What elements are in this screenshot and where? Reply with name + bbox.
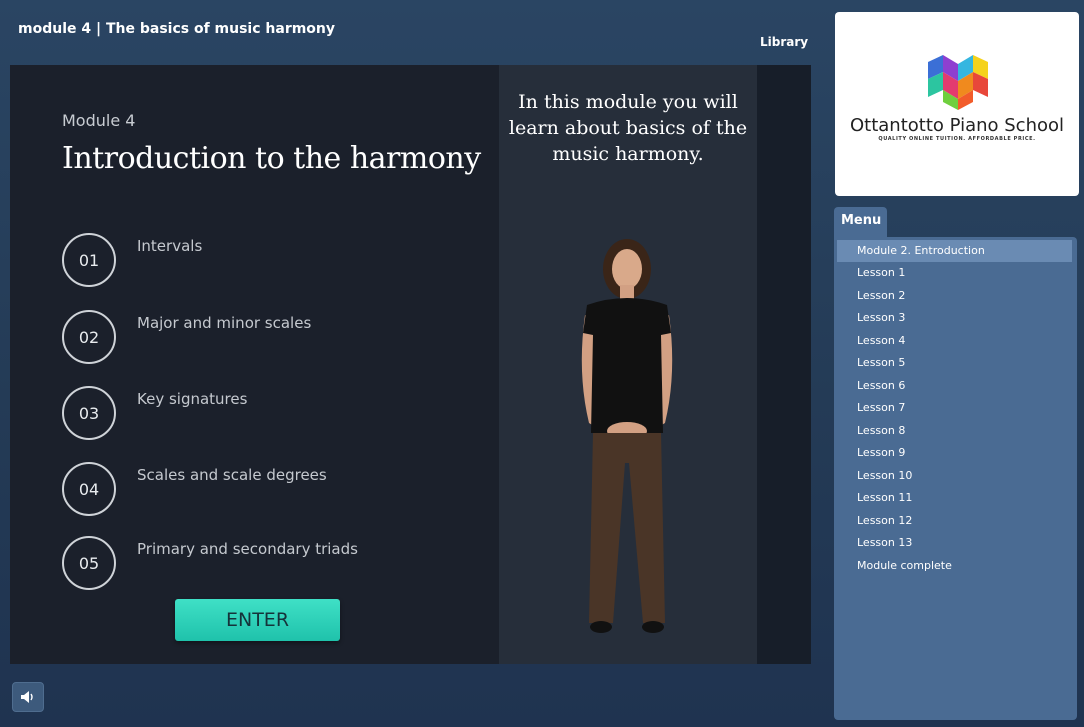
school-logo: Ottantotto Piano School QUALITY ONLINE T…	[835, 12, 1079, 196]
library-link[interactable]: Library	[760, 35, 808, 49]
menu-item-lesson-11[interactable]: Lesson 11	[837, 487, 1072, 509]
presenter-image	[581, 239, 673, 633]
school-logo-icon	[928, 55, 988, 110]
topic-label: Intervals	[137, 237, 203, 255]
menu-item-module-2-entroduction[interactable]: Module 2. Entroduction	[837, 240, 1072, 262]
menu-item-lesson-10[interactable]: Lesson 10	[837, 465, 1072, 487]
speaker-icon	[21, 691, 33, 703]
presenter-panel: In this module you will learn about basi…	[499, 65, 757, 664]
school-name: Ottantotto Piano School	[849, 115, 1065, 136]
menu-item-lesson-4[interactable]: Lesson 4	[837, 330, 1072, 352]
presenter-caption: In this module you will learn about basi…	[508, 91, 748, 165]
topic-number-badge: 05	[62, 536, 116, 590]
module-label: Module 4	[62, 111, 136, 130]
slide-title: Introduction to the harmony	[62, 141, 481, 176]
topic-number-badge: 04	[62, 462, 116, 516]
menu-panel: Module 2. Entroduction Lesson 1 Lesson 2…	[834, 237, 1077, 720]
topic-number-badge: 01	[62, 233, 116, 287]
school-tagline: QUALITY ONLINE TUITION. AFFORDABLE PRICE…	[878, 136, 1036, 142]
menu-item-lesson-1[interactable]: Lesson 1	[837, 262, 1072, 284]
menu-item-lesson-6[interactable]: Lesson 6	[837, 375, 1072, 397]
menu-item-lesson-8[interactable]: Lesson 8	[837, 420, 1072, 442]
menu-item-lesson-9[interactable]: Lesson 9	[837, 442, 1072, 464]
topic-item: 04 Scales and scale degrees	[62, 462, 482, 518]
topic-item: 01 Intervals	[62, 233, 482, 289]
topic-item: 05 Primary and secondary triads	[62, 536, 482, 592]
topic-item: 03 Key signatures	[62, 386, 482, 442]
topic-label: Major and minor scales	[137, 314, 312, 332]
enter-button[interactable]: ENTER	[175, 599, 340, 641]
menu-item-module-complete[interactable]: Module complete	[837, 555, 1072, 577]
topic-number-badge: 03	[62, 386, 116, 440]
menu-item-lesson-5[interactable]: Lesson 5	[837, 352, 1072, 374]
menu-item-lesson-7[interactable]: Lesson 7	[837, 397, 1072, 419]
menu-item-lesson-2[interactable]: Lesson 2	[837, 285, 1072, 307]
topic-item: 02 Major and minor scales	[62, 310, 482, 366]
menu-item-lesson-12[interactable]: Lesson 12	[837, 510, 1072, 532]
menu-item-lesson-3[interactable]: Lesson 3	[837, 307, 1072, 329]
course-title: module 4 | The basics of music harmony	[18, 21, 336, 37]
slide-content-panel: Module 4 Introduction to the harmony 01 …	[10, 65, 499, 664]
menu-item-lesson-13[interactable]: Lesson 13	[837, 532, 1072, 554]
topic-label: Scales and scale degrees	[137, 466, 327, 484]
menu-tab[interactable]: Menu	[834, 207, 887, 239]
sound-toggle-button[interactable]	[12, 682, 44, 712]
topic-label: Primary and secondary triads	[137, 540, 358, 558]
slide-stage: Module 4 Introduction to the harmony 01 …	[10, 65, 811, 664]
topic-label: Key signatures	[137, 390, 248, 408]
topic-number-badge: 02	[62, 310, 116, 364]
